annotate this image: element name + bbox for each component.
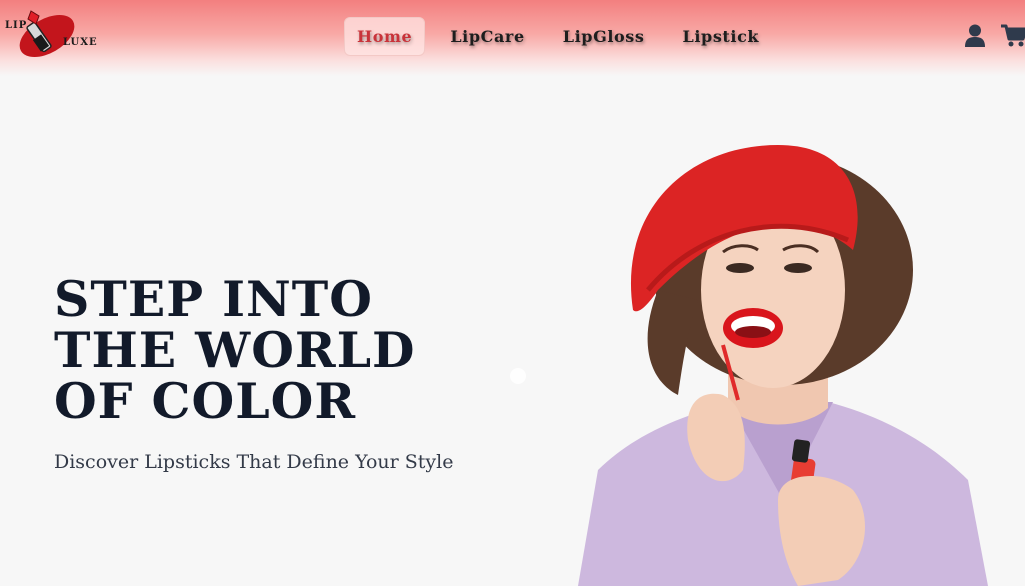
user-icon[interactable] [964, 24, 986, 48]
nav-lipcare[interactable]: LipCare [437, 17, 537, 56]
hero-title-line-2: THE WORLD [54, 321, 416, 379]
brand-logo[interactable]: LIP LUXE [2, 6, 97, 66]
main-nav: Home LipCare LipGloss Lipstick [344, 16, 784, 57]
nav-lipgloss[interactable]: LipGloss [550, 17, 658, 56]
hero-title-line-3: OF COLOR [54, 372, 357, 430]
nav-lipstick[interactable]: Lipstick [670, 17, 773, 56]
cart-icon[interactable] [1001, 24, 1025, 48]
lipstick-logo-icon [19, 10, 75, 58]
carousel-indicator[interactable] [510, 368, 526, 384]
nav-home[interactable]: Home [344, 17, 426, 56]
logo-text-lip: LIP [5, 20, 28, 31]
logo-text-luxe: LUXE [63, 37, 98, 48]
hero-title-line-1: STEP INTO [54, 270, 373, 328]
hero-subtitle: Discover Lipsticks That Define Your Styl… [54, 451, 454, 473]
hero-model-image [578, 140, 998, 586]
site-header: LIP LUXE Home LipCare LipGloss Lipstick [0, 0, 1025, 76]
hero-title: STEP INTO THE WORLD OF COLOR [54, 274, 474, 427]
